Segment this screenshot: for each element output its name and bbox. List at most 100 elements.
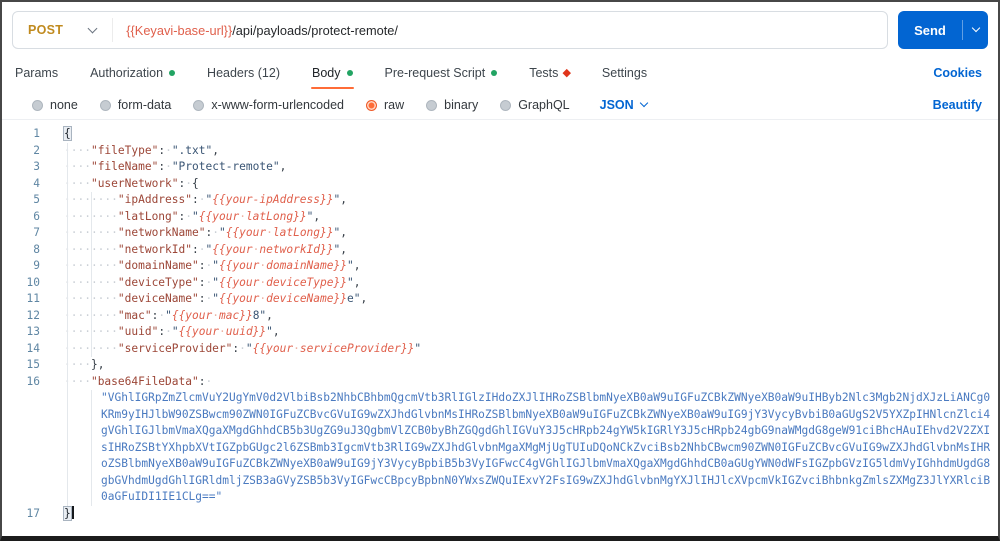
code-line-content: ········"latLong":·"{{your·latLong}}", bbox=[64, 209, 321, 223]
tab-body[interactable]: Body bbox=[311, 57, 354, 89]
line-number: 3 bbox=[33, 160, 40, 173]
code-line[interactable]: 9 ········"domainName":·"{{your·domainNam… bbox=[2, 258, 998, 275]
send-options-button[interactable] bbox=[963, 11, 988, 49]
code-line[interactable]: gbGVhdmUgdGhlIGRldmljZSB3aGVyZSB5b3VyIGF… bbox=[2, 473, 998, 490]
code-line[interactable]: 13 ········"uuid":·"{{your·uuid}}", bbox=[2, 324, 998, 341]
status-diamond-icon bbox=[563, 69, 572, 77]
line-number: 5 bbox=[33, 193, 40, 206]
code-line[interactable]: 0aGFuIDI1IE1CLg==" bbox=[2, 489, 998, 506]
code-line-content: ········"ipAddress":·"{{your-ipAddress}}… bbox=[64, 193, 347, 206]
tab-authorization[interactable]: Authorization bbox=[89, 57, 176, 89]
code-line[interactable]: 4 ····"userNetwork":·{ bbox=[2, 176, 998, 193]
request-tabs-row: Params Authorization Headers (12) Body Pre-r… bbox=[2, 57, 998, 89]
radio-label: x-www-form-urlencoded bbox=[211, 98, 344, 112]
body-type-x-www-form-urlencoded[interactable]: x-www-form-urlencoded bbox=[193, 98, 344, 112]
request-tabs: Params Authorization Headers (12) Body Pre-r… bbox=[14, 57, 648, 89]
code-line[interactable]: 8 ········"networkId":·"{{your·networkId}… bbox=[2, 242, 998, 259]
code-line[interactable]: oZSBlbmNyeXB0aW9uIGFuZCBkZWNyeXB0aW9uIG9… bbox=[2, 456, 998, 473]
line-number: 12 bbox=[26, 308, 40, 322]
tab-label: Body bbox=[312, 66, 341, 80]
code-line-content: gbGVhdmUgdGhlIGRldmljZSB3aGVyZSB5b3VyIGF… bbox=[101, 473, 991, 487]
code-line[interactable]: 11 ········"deviceName":·"{{your·deviceNa… bbox=[2, 291, 998, 308]
line-number: 16 bbox=[26, 374, 40, 388]
tab-label: Authorization bbox=[90, 66, 164, 80]
line-number: 2 bbox=[33, 143, 40, 157]
body-type-binary[interactable]: binary bbox=[426, 98, 478, 112]
body-type-form-data[interactable]: form-data bbox=[99, 98, 172, 112]
body-type-none[interactable]: none bbox=[32, 98, 78, 112]
code-line-content: ········"uuid":·"{{your·uuid}}", bbox=[64, 325, 280, 338]
line-number: 14 bbox=[26, 341, 40, 355]
beautify-link[interactable]: Beautify bbox=[933, 98, 982, 112]
radio-icon bbox=[193, 99, 205, 111]
code-line[interactable]: 16 ····"base64FileData":· bbox=[2, 374, 998, 391]
code-line-content: } bbox=[63, 505, 74, 523]
code-line-content: ········"mac":·"{{your·mac}}8", bbox=[64, 308, 273, 322]
line-number: 17 bbox=[26, 506, 40, 520]
code-line-content: gVGhlIGJlbmVmaXQgaXMgdGhhdCB5b3UgZG9uJ3Q… bbox=[101, 424, 991, 437]
code-line[interactable]: 7 ········"networkName":·"{{your·latLong}… bbox=[2, 225, 998, 242]
code-line-content: ········"networkId":·"{{your·networkId}}… bbox=[64, 242, 347, 256]
tab-tests[interactable]: Tests bbox=[528, 57, 572, 89]
status-dot-icon bbox=[491, 70, 498, 76]
raw-body-editor[interactable]: 1{2 ····"fileType":·".txt", 3 ····"fileName… bbox=[2, 119, 998, 536]
code-line-content: ····"fileType":·".txt", bbox=[64, 143, 219, 157]
code-line[interactable]: 17} bbox=[2, 505, 998, 523]
code-line-content: KRm9yIHJlbW90ZSBwcm90ZWN0IGFuZCBvcGVuIG9… bbox=[101, 407, 991, 421]
body-type-row: none form-data x-www-form-urlencoded raw bin… bbox=[2, 89, 998, 119]
code-line-content: ········"networkName":·"{{your·latLong}}… bbox=[64, 226, 347, 239]
send-label: Send bbox=[914, 22, 946, 38]
code-line[interactable]: KRm9yIHJlbW90ZSBwcm90ZWN0IGFuZCBvcGVuIG9… bbox=[2, 407, 998, 424]
code-line[interactable]: gVGhlIGJlbmVmaXQgaXMgdGhhdCB5b3UgZG9uJ3Q… bbox=[2, 423, 998, 440]
code-line[interactable]: 15 ····}, bbox=[2, 357, 998, 374]
code-line-content: ····"fileName":·"Protect-remote", bbox=[64, 160, 287, 173]
code-line[interactable]: "VGhlIGRpZmZlcmVuY2UgYmV0d2VlbiBsb2NhbCB… bbox=[2, 390, 998, 407]
code-line-content: 0aGFuIDI1IE1CLg==" bbox=[101, 490, 223, 503]
radio-icon bbox=[500, 99, 512, 111]
method-dropdown[interactable]: POST bbox=[13, 23, 112, 37]
tab-label: Headers (12) bbox=[207, 66, 280, 80]
radio-icon bbox=[366, 99, 377, 111]
code-line[interactable]: 6 ········"latLong":·"{{your·latLong}}", bbox=[2, 209, 998, 226]
language-dropdown[interactable]: JSON bbox=[599, 98, 648, 112]
code-line[interactable]: 10 ········"deviceType":·"{{your·deviceTy… bbox=[2, 275, 998, 292]
tab-settings[interactable]: Settings bbox=[601, 57, 648, 89]
indent-guide bbox=[67, 142, 68, 506]
body-type-raw[interactable]: raw bbox=[366, 98, 404, 112]
tab-pre-request-script[interactable]: Pre-request Script bbox=[384, 57, 499, 89]
cookies-link[interactable]: Cookies bbox=[933, 57, 982, 89]
code-line-content: { bbox=[63, 126, 72, 141]
radio-icon bbox=[426, 99, 438, 111]
url-variable: {{Keyavi-base-url}} bbox=[126, 22, 233, 38]
indent-guide bbox=[91, 192, 92, 357]
radio-label: form-data bbox=[117, 98, 172, 112]
code-line[interactable]: 5 ········"ipAddress":·"{{your-ipAddress}… bbox=[2, 192, 998, 209]
radio-label: none bbox=[50, 98, 78, 112]
body-type-options: none form-data x-www-form-urlencoded raw bin… bbox=[32, 98, 570, 112]
tab-headers-12[interactable]: Headers (12) bbox=[206, 57, 281, 89]
code-line-content: sIHRoZSBtYXhpbXVtIGZpbGUgc2l6ZSBmb3IgcmV… bbox=[101, 440, 991, 454]
code-line-content: "VGhlIGRpZmZlcmVuY2UgYmV0d2VlbiBsb2NhbCB… bbox=[101, 391, 991, 404]
code-line-content: ········"domainName":·"{{your·domainName… bbox=[64, 259, 361, 272]
url-input[interactable]: {{Keyavi-base-url}}/api/payloads/protect… bbox=[113, 23, 398, 38]
code-line-content: ····"base64FileData":· bbox=[64, 374, 213, 388]
code-line[interactable]: sIHRoZSBtYXhpbXVtIGZpbGUgc2l6ZSBmb3IgcmV… bbox=[2, 440, 998, 457]
tab-params[interactable]: Params bbox=[14, 57, 59, 89]
radio-icon bbox=[32, 99, 43, 111]
code-line[interactable]: 2 ····"fileType":·".txt", bbox=[2, 143, 998, 160]
indent-guide bbox=[91, 390, 92, 506]
code-line[interactable]: 1{ bbox=[2, 126, 998, 143]
code-line[interactable]: 3 ····"fileName":·"Protect-remote", bbox=[2, 159, 998, 176]
chevron-down-icon bbox=[971, 23, 980, 33]
body-type-graphql[interactable]: GraphQL bbox=[500, 98, 570, 112]
code-line[interactable]: 14 ········"serviceProvider":·"{{your·ser… bbox=[2, 341, 998, 358]
radio-label: binary bbox=[444, 98, 479, 112]
language-label: JSON bbox=[599, 98, 634, 112]
chevron-down-icon bbox=[639, 98, 648, 108]
line-number: 15 bbox=[26, 358, 40, 371]
code-line-content: ········"deviceName":·"{{your·deviceName… bbox=[64, 292, 368, 305]
line-number: 8 bbox=[33, 242, 40, 256]
code-line[interactable]: 12 ········"mac":·"{{your·mac}}8", bbox=[2, 308, 998, 325]
send-button[interactable]: Send bbox=[898, 11, 988, 49]
line-number: 6 bbox=[33, 209, 40, 223]
